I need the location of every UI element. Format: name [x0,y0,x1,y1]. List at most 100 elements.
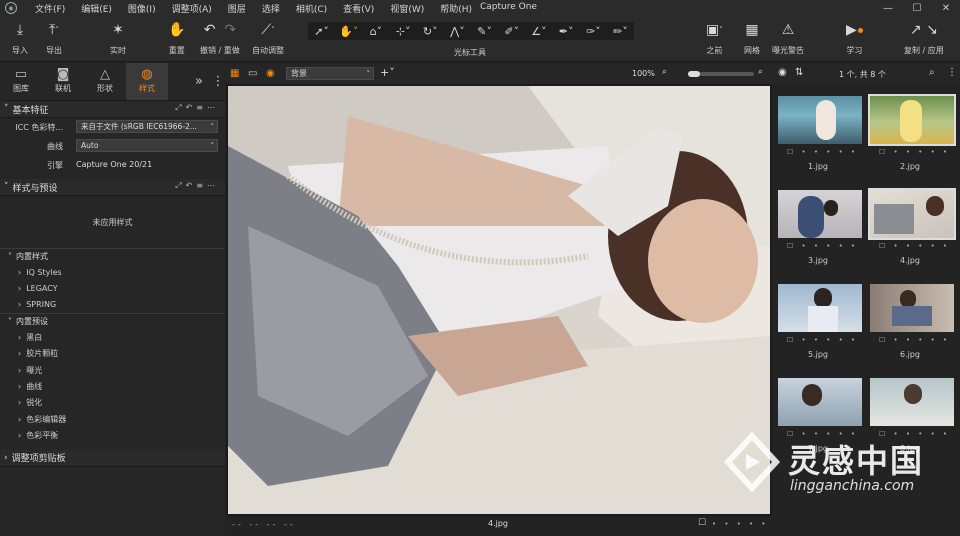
zoom-slider-handle[interactable] [688,71,700,77]
copy-apply-button[interactable]: ↗ ↘ 复制 / 应用 [904,20,944,56]
select-checkbox-icon[interactable]: ☐ [698,518,706,528]
browser-menu-icon[interactable]: ⋮ [947,67,957,78]
background-select[interactable]: 背景 ˅ [286,67,374,80]
crop-icon[interactable]: ⊹˅ [390,25,417,38]
adjustments-clipboard-header[interactable]: › 调整项剪贴板 [0,449,225,467]
preset-item-label: 曝光 [26,365,43,375]
preset-item[interactable]: › 曝光 [0,362,225,378]
grid-icon: ▦ [745,22,759,38]
gradient-icon[interactable]: ∠˅ [525,25,552,38]
grid-label: 网格 [744,46,760,55]
preset-item[interactable]: › 胶片颗粒 [0,346,225,362]
menu-select[interactable]: 选择 [254,2,288,15]
preset-item[interactable]: › 色彩平衡 [0,428,225,444]
zoom-in-icon[interactable]: ⌕ [758,67,763,77]
eyedropper-icon[interactable]: ✑˅ [580,25,607,38]
thumbnail[interactable]: ☐ • • • • • 3.jpg [773,178,863,270]
builtin-presets-group[interactable]: ˅ 内置预设 [0,313,225,329]
zoom-icon[interactable]: ⌕ [662,67,667,77]
icc-select[interactable]: 来自于文件 (sRGB IEC61966-2... ˅ [76,120,218,133]
menu-file[interactable]: 文件(F) [27,2,73,15]
single-view-icon[interactable]: ▭ [248,68,257,79]
basic-characteristics-header[interactable]: ˅ 基本特征 ⤢↶≡⋯ [0,101,225,118]
proof-view-icon[interactable]: ◉ [266,68,275,79]
multi-view-icon[interactable]: ▦ [230,68,239,79]
copy-apply-icon: ↗ ↘ [909,22,938,38]
style-item[interactable]: › IQ Styles [0,264,225,280]
tab-shape[interactable]: △ 形状 [84,63,126,100]
menu-edit[interactable]: 编辑(E) [73,2,120,15]
tab-styles[interactable]: ◍ 样式 [126,63,168,100]
rating-dots[interactable]: ☐ • • • • • [879,148,950,156]
preset-item[interactable]: › 曲线 [0,378,225,394]
thumbnail-selected[interactable]: ☐ • • • • • 4.jpg [865,178,956,270]
styles-presets-header[interactable]: ˅ 样式与预设 ⤢↶≡⋯ [0,179,225,196]
minimize-icon[interactable]: — [874,0,902,16]
menu-layers[interactable]: 图层 [220,2,254,15]
preset-item[interactable]: › 黑白 [0,329,225,345]
maximize-icon[interactable]: ☐ [903,0,931,16]
style-item[interactable]: › SPRING [0,297,225,313]
reset-button[interactable]: ✋ 重置 [168,20,185,56]
panel-tools-icon[interactable]: ⤢↶≡⋯ [175,103,219,113]
learn-button[interactable]: ▶ 学习 [846,20,863,56]
menu-camera[interactable]: 相机(C) [288,2,335,15]
tab-capture[interactable]: ◙ 联机 [42,63,84,100]
thumbnail-name: 4.jpg [899,256,920,265]
annotate-icon[interactable]: ✏˅ [607,25,634,38]
menu-window[interactable]: 视窗(W) [382,2,432,15]
rotate-icon[interactable]: ↻˅ [417,25,444,38]
rating-dots[interactable]: ☐ • • • • • [787,336,858,344]
live-label: 实时 [110,46,126,55]
curve-row: 曲线 Auto ˅ [0,137,225,156]
pointer-icon[interactable]: ➚˅ [308,25,335,38]
thumbnail[interactable]: ☐ • • • • • 1.jpg [773,84,863,176]
auto-adjust-button[interactable]: ⟋ ˅ 自动调整 [252,20,284,56]
shape-icon: △ [100,67,110,82]
builtin-styles-group[interactable]: ˅ 内置样式 [0,248,225,264]
thumbnail[interactable]: ☐ • • • • • 6.jpg [865,272,955,364]
search-icon[interactable]: ⌕ [929,67,935,78]
sort-icon[interactable]: ⇅ [795,67,803,78]
rating-dots[interactable]: ☐ • • • • • [787,242,858,250]
preset-item[interactable]: › 色彩编辑器 [0,411,225,427]
export-button[interactable]: ⤒ ˅ 导出 [46,20,62,56]
rating-dots[interactable]: ☐ • • • • • [879,242,950,250]
kebab-menu-icon[interactable]: ⋮ [211,63,225,100]
rating-dots[interactable]: ☐ • • • • • [879,336,950,344]
tab-library[interactable]: ▭ 图库 [0,63,42,100]
zoom-slider[interactable] [688,71,754,77]
undo-redo-button[interactable]: ↶ ↷ 撤销 / 重做 [200,20,240,56]
basic-title: 基本特征 [12,105,49,116]
main-photo[interactable] [228,86,770,514]
eye-icon[interactable]: ◉ [778,67,787,78]
import-button[interactable]: ⤓ 导入 [12,20,28,56]
before-button[interactable]: ▣ ˅ 之前 [706,20,723,56]
exposure-warning-button[interactable]: ⚠ 曝光警告 [772,20,804,56]
thumbnail[interactable]: ☐ • • • • • 2.jpg [865,84,956,176]
menu-help[interactable]: 帮助(H) [432,2,480,15]
tab-shape-label: 形状 [97,84,113,93]
more-tabs-icon[interactable]: » [187,63,211,100]
brush-icon[interactable]: ✐˅ [498,25,525,38]
live-button[interactable]: ✶ 实时 [110,20,126,56]
preset-item-label: 锐化 [26,398,43,408]
keystone-icon[interactable]: ⋀˅ [444,25,471,38]
loupe-icon[interactable]: ⌂˅ [362,25,389,38]
thumbnail[interactable]: ☐ • • • • • 5.jpg [773,272,863,364]
menu-view[interactable]: 查看(V) [335,2,382,15]
close-icon[interactable]: ✕ [932,0,960,16]
pan-hand-icon[interactable]: ✋˅ [335,25,362,38]
preset-item[interactable]: › 锐化 [0,395,225,411]
menu-image[interactable]: 图像(I) [120,2,164,15]
picker-icon[interactable]: ✒˅ [553,25,580,38]
style-item[interactable]: › LEGACY [0,280,225,296]
spot-removal-icon[interactable]: ✎˅ [471,25,498,38]
menu-adjustments[interactable]: 调整项(A) [164,2,220,15]
rating-dots[interactable]: ☐ • • • • • [787,148,858,156]
grid-button[interactable]: ▦ 网格 [744,20,760,56]
menu-bar: ◉ 文件(F) 编辑(E) 图像(I) 调整项(A) 图层 选择 相机(C) 查… [0,0,960,16]
curve-select[interactable]: Auto ˅ [76,139,218,152]
add-icon[interactable]: +˅ [380,66,395,79]
panel-tools-icon[interactable]: ⤢↶≡⋯ [175,181,219,191]
